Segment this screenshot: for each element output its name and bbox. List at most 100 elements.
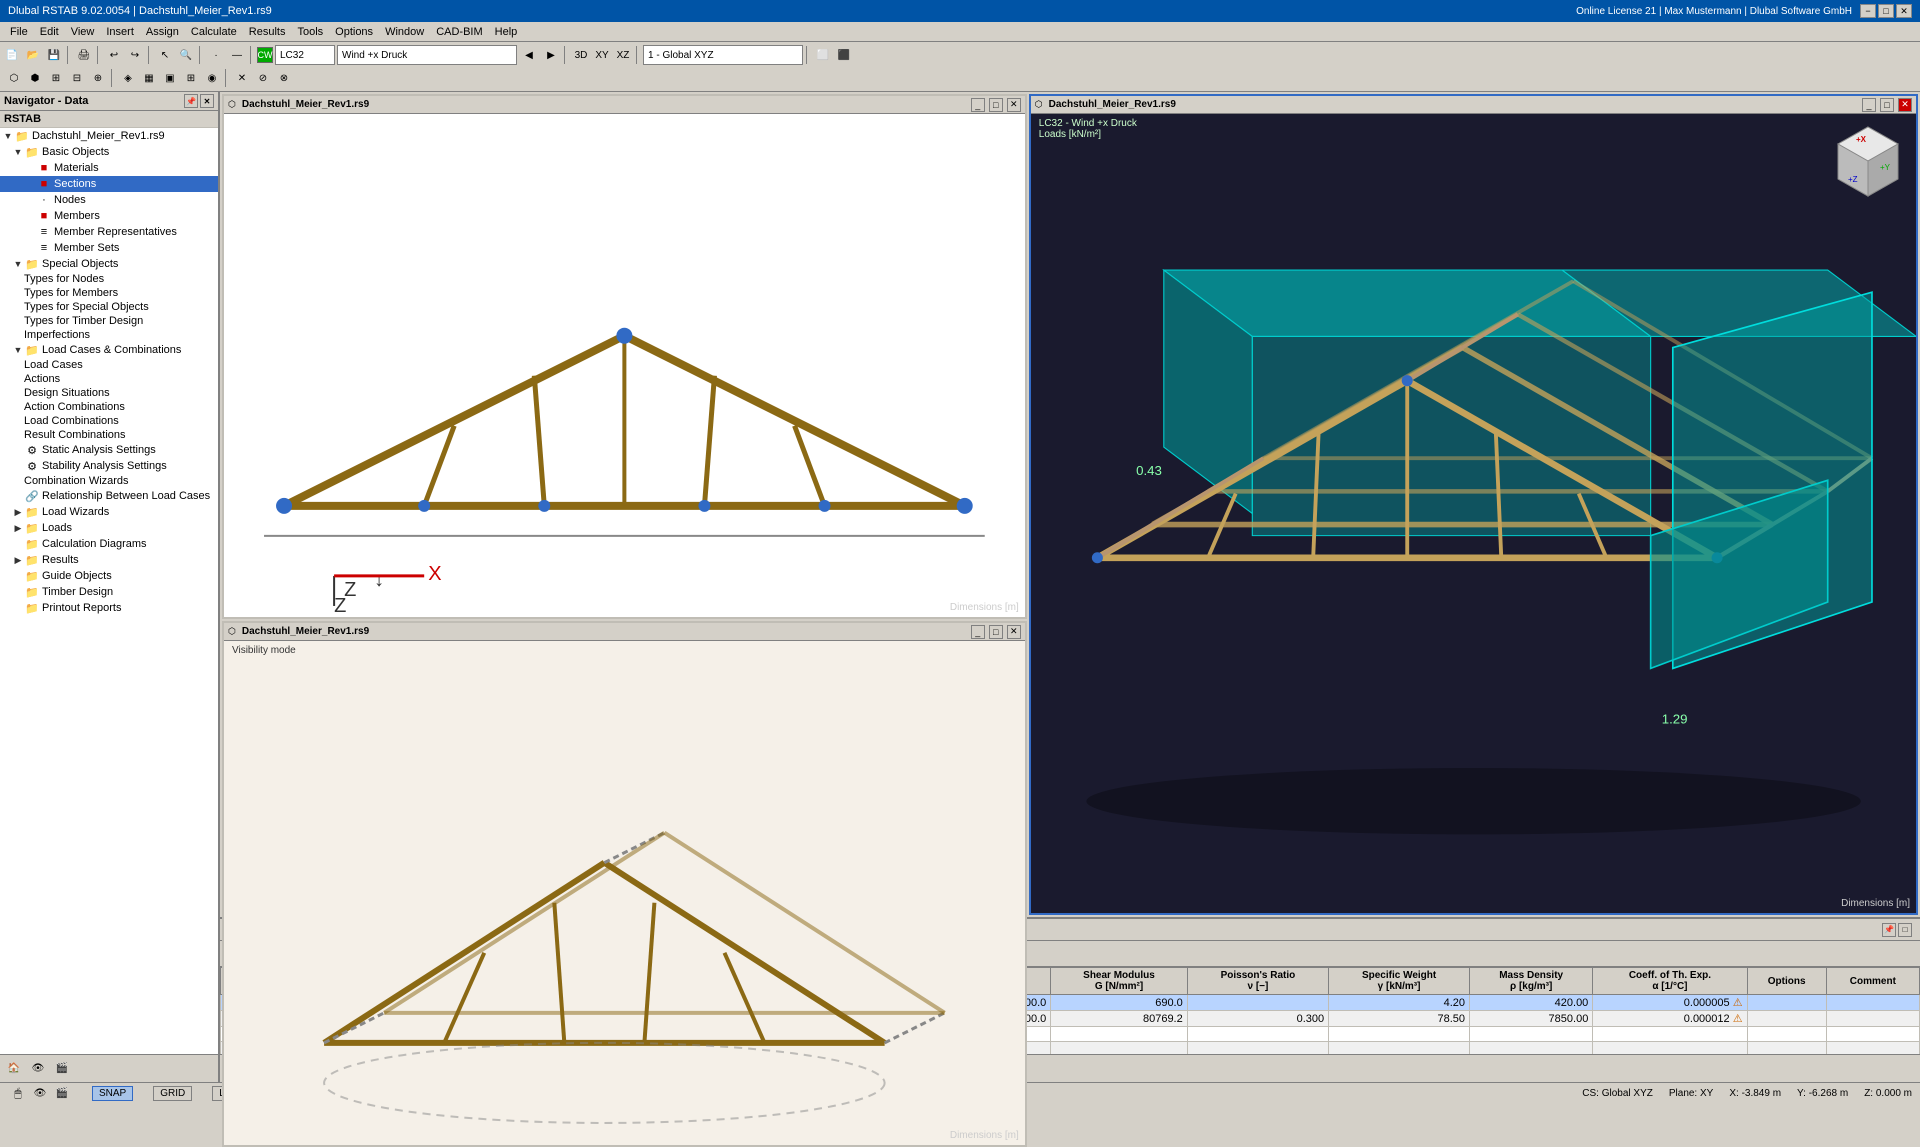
lc-code-dropdown[interactable]: LC32 <box>275 45 335 65</box>
tree-load-cases-combo[interactable]: ▼ 📁 Load Cases & Combinations <box>0 342 218 358</box>
tb-view3[interactable]: XZ <box>613 45 633 65</box>
tree-member-representatives[interactable]: ≡ Member Representatives <box>0 224 218 240</box>
menu-assign[interactable]: Assign <box>140 24 185 40</box>
nav-pin-button[interactable]: 📌 <box>184 94 198 108</box>
tb2-5[interactable]: ⊕ <box>88 68 108 88</box>
tree-loads[interactable]: ▶ 📁 Loads <box>0 520 218 536</box>
tree-result-combinations[interactable]: Result Combinations <box>0 428 218 442</box>
tree-load-wizards[interactable]: ▶ 📁 Load Wizards <box>0 504 218 520</box>
tree-materials[interactable]: ■ Materials <box>0 160 218 176</box>
status-icon3[interactable]: 🎬 <box>52 1084 72 1104</box>
menu-options[interactable]: Options <box>329 24 379 40</box>
vp-bl-min[interactable]: _ <box>971 625 985 639</box>
vp-3d-close[interactable]: ✕ <box>1898 98 1912 112</box>
vp-bl-max[interactable]: □ <box>989 625 1003 639</box>
tree-special-objects[interactable]: ▼ 📁 Special Objects <box>0 256 218 272</box>
viewport-top-left[interactable]: ⬡ Dachstuhl_Meier_Rev1.rs9 _ □ ✕ <box>222 94 1027 619</box>
tb2-4[interactable]: ⊟ <box>67 68 87 88</box>
tb2-6[interactable]: ◈ <box>118 68 138 88</box>
tb2-7[interactable]: ▦ <box>139 68 159 88</box>
tree-basic-objects[interactable]: ▼ 📁 Basic Objects <box>0 144 218 160</box>
lc-name-dropdown[interactable]: Wind +x Druck <box>337 45 517 65</box>
tb2-2[interactable]: ⬢ <box>25 68 45 88</box>
menu-insert[interactable]: Insert <box>100 24 140 40</box>
tree-types-special[interactable]: Types for Special Objects <box>0 300 218 314</box>
menu-edit[interactable]: Edit <box>34 24 65 40</box>
tree-calc-diagrams[interactable]: 📁 Calculation Diagrams <box>0 536 218 552</box>
bottom-panel-expand[interactable]: □ <box>1898 923 1912 937</box>
vp-3d-min[interactable]: _ <box>1862 98 1876 112</box>
vp-tl-max[interactable]: □ <box>989 98 1003 112</box>
tb-member[interactable]: — <box>227 45 247 65</box>
tb-undo[interactable]: ↩ <box>104 45 124 65</box>
tb-open[interactable]: 📂 <box>23 45 43 65</box>
tb-render[interactable]: ⬜ <box>813 45 833 65</box>
menu-help[interactable]: Help <box>489 24 524 40</box>
menu-file[interactable]: File <box>4 24 34 40</box>
minimize-button[interactable]: − <box>1860 4 1876 18</box>
vp-tl-close[interactable]: ✕ <box>1007 98 1021 112</box>
tree-types-timber[interactable]: Types for Timber Design <box>0 314 218 328</box>
tb-select[interactable]: ↖ <box>155 45 175 65</box>
tree-member-sets[interactable]: ≡ Member Sets <box>0 240 218 256</box>
tree-types-nodes[interactable]: Types for Nodes <box>0 272 218 286</box>
tb-save[interactable]: 💾 <box>44 45 64 65</box>
tree-combination-wizards[interactable]: Combination Wizards <box>0 474 218 488</box>
grid-btn[interactable]: GRID <box>153 1086 192 1101</box>
view-coord-dropdown[interactable]: 1 - Global XYZ <box>643 45 803 65</box>
tb-node[interactable]: · <box>206 45 226 65</box>
viewport-bottom-left[interactable]: ⬡ Dachstuhl_Meier_Rev1.rs9 _ □ ✕ Visibil… <box>222 621 1027 1146</box>
tb-view2[interactable]: XY <box>592 45 612 65</box>
menu-results[interactable]: Results <box>243 24 292 40</box>
tree-types-members[interactable]: Types for Members <box>0 286 218 300</box>
tree-nodes[interactable]: · Nodes <box>0 192 218 208</box>
tb2-10[interactable]: ◉ <box>202 68 222 88</box>
nav-bottom-icon2[interactable]: 👁 <box>28 1059 48 1079</box>
menu-calculate[interactable]: Calculate <box>185 24 243 40</box>
menu-cad-bim[interactable]: CAD-BIM <box>430 24 488 40</box>
vp-3d-max[interactable]: □ <box>1880 98 1894 112</box>
tree-guide-objects[interactable]: 📁 Guide Objects <box>0 568 218 584</box>
maximize-button[interactable]: □ <box>1878 4 1894 18</box>
tree-results[interactable]: ▶ 📁 Results <box>0 552 218 568</box>
tb-print[interactable]: 🖨 <box>74 45 94 65</box>
tb-new[interactable]: 📄 <box>2 45 22 65</box>
nav-close-button[interactable]: ✕ <box>200 94 214 108</box>
nav-bottom-icon1[interactable]: 🏠 <box>4 1059 24 1079</box>
tb2-8[interactable]: ▣ <box>160 68 180 88</box>
status-icon2[interactable]: 👁 <box>30 1084 50 1104</box>
menu-tools[interactable]: Tools <box>291 24 329 40</box>
menu-window[interactable]: Window <box>379 24 430 40</box>
menu-view[interactable]: View <box>65 24 101 40</box>
tree-printout-reports[interactable]: 📁 Printout Reports <box>0 600 218 616</box>
tb-redo[interactable]: ↪ <box>125 45 145 65</box>
tree-action-combinations[interactable]: Action Combinations <box>0 400 218 414</box>
vp-tl-min[interactable]: _ <box>971 98 985 112</box>
tb-next-lc[interactable]: ▶ <box>541 45 561 65</box>
tb2-12[interactable]: ⊘ <box>253 68 273 88</box>
close-button[interactable]: ✕ <box>1896 4 1912 18</box>
tree-members[interactable]: ■ Members <box>0 208 218 224</box>
tree-project-root[interactable]: ▼ 📁 Dachstuhl_Meier_Rev1.rs9 <box>0 128 218 144</box>
viewport-3d-right[interactable]: ⬡ Dachstuhl_Meier_Rev1.rs9 _ □ ✕ LC32 - … <box>1029 94 1918 915</box>
nav-bottom-icon3[interactable]: 🎬 <box>52 1059 72 1079</box>
tb-view1[interactable]: 3D <box>571 45 591 65</box>
status-icon1[interactable]: 🖱 <box>8 1084 28 1104</box>
tb2-1[interactable]: ⬡ <box>4 68 24 88</box>
snap-btn[interactable]: SNAP <box>92 1086 133 1101</box>
tree-load-combinations[interactable]: Load Combinations <box>0 414 218 428</box>
tb-prev-lc[interactable]: ◀ <box>519 45 539 65</box>
tree-timber-design[interactable]: 📁 Timber Design <box>0 584 218 600</box>
bottom-panel-pin[interactable]: 📌 <box>1882 923 1896 937</box>
tb2-3[interactable]: ⊞ <box>46 68 66 88</box>
tree-stability-analysis[interactable]: ⚙ Stability Analysis Settings <box>0 458 218 474</box>
vp-bl-close[interactable]: ✕ <box>1007 625 1021 639</box>
tb2-9[interactable]: ⊞ <box>181 68 201 88</box>
tree-static-analysis[interactable]: ⚙ Static Analysis Settings <box>0 442 218 458</box>
tree-design-situations[interactable]: Design Situations <box>0 386 218 400</box>
tree-relationship-load-cases[interactable]: 🔗 Relationship Between Load Cases <box>0 488 218 504</box>
tb2-11[interactable]: ✕ <box>232 68 252 88</box>
tree-imperfections[interactable]: Imperfections <box>0 328 218 342</box>
tree-actions[interactable]: Actions <box>0 372 218 386</box>
tree-load-cases[interactable]: Load Cases <box>0 358 218 372</box>
